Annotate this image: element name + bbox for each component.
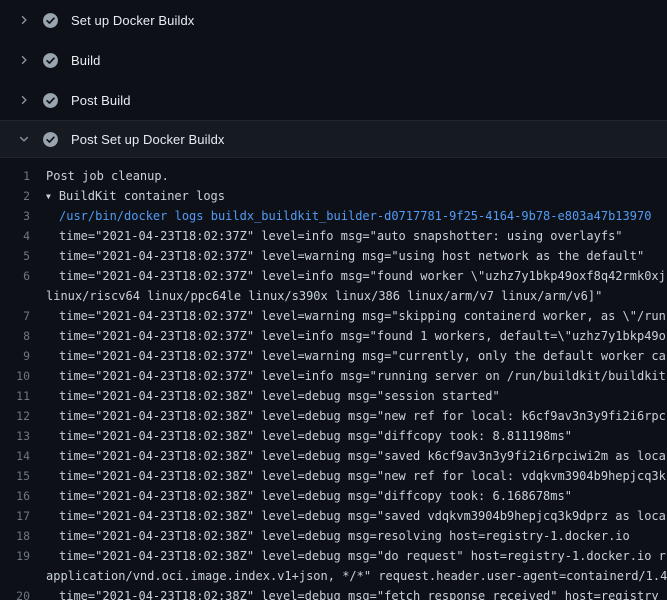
- log-text: time="2021-04-23T18:02:37Z" level=info m…: [46, 366, 667, 386]
- line-number[interactable]: 10: [0, 366, 46, 386]
- section-label: Set up Docker Buildx: [71, 13, 194, 28]
- line-number[interactable]: 19: [0, 546, 46, 566]
- check-circle-icon: [42, 12, 59, 29]
- log-text: time="2021-04-23T18:02:37Z" level=warnin…: [46, 306, 667, 326]
- check-circle-icon: [42, 52, 59, 69]
- log-line: 18 time="2021-04-23T18:02:38Z" level=deb…: [0, 526, 667, 546]
- log-text: /usr/bin/docker logs buildx_buildkit_bui…: [46, 206, 667, 226]
- log-line: 19 time="2021-04-23T18:02:38Z" level=deb…: [0, 546, 667, 566]
- line-number[interactable]: 3: [0, 206, 46, 226]
- log-text: time="2021-04-23T18:02:38Z" level=debug …: [46, 446, 667, 466]
- line-number[interactable]: 17: [0, 506, 46, 526]
- check-circle-icon: [42, 131, 59, 148]
- line-number[interactable]: 15: [0, 466, 46, 486]
- log-line: 10 time="2021-04-23T18:02:37Z" level=inf…: [0, 366, 667, 386]
- line-number[interactable]: 8: [0, 326, 46, 346]
- section-label: Post Set up Docker Buildx: [71, 132, 225, 147]
- log-line: 12 time="2021-04-23T18:02:38Z" level=deb…: [0, 406, 667, 426]
- group-label[interactable]: BuildKit container logs: [59, 189, 225, 203]
- log-line: 6 time="2021-04-23T18:02:37Z" level=info…: [0, 266, 667, 286]
- section-header-set-up-docker-buildx[interactable]: Set up Docker Buildx: [0, 0, 667, 40]
- log-line: 11 time="2021-04-23T18:02:38Z" level=deb…: [0, 386, 667, 406]
- line-number[interactable]: 7: [0, 306, 46, 326]
- log-text: linux/riscv64 linux/ppc64le linux/s390x …: [46, 286, 667, 306]
- section-header-post-build[interactable]: Post Build: [0, 80, 667, 120]
- line-number[interactable]: 11: [0, 386, 46, 406]
- section-label: Post Build: [71, 93, 131, 108]
- log-line: 13 time="2021-04-23T18:02:38Z" level=deb…: [0, 426, 667, 446]
- log-text: time="2021-04-23T18:02:38Z" level=debug …: [46, 406, 667, 426]
- actions-log-viewer: Set up Docker Buildx Build Post Build Po…: [0, 0, 667, 600]
- line-number[interactable]: 20: [0, 586, 46, 600]
- log-text: time="2021-04-23T18:02:38Z" level=debug …: [46, 486, 667, 506]
- chevron-right-icon: [18, 94, 30, 106]
- log-line: 9 time="2021-04-23T18:02:37Z" level=warn…: [0, 346, 667, 366]
- check-circle-icon: [42, 92, 59, 109]
- log-line: 16 time="2021-04-23T18:02:38Z" level=deb…: [0, 486, 667, 506]
- chevron-right-icon: [18, 14, 30, 26]
- line-number[interactable]: 14: [0, 446, 46, 466]
- log-line: 17 time="2021-04-23T18:02:38Z" level=deb…: [0, 506, 667, 526]
- log-line: linux/riscv64 linux/ppc64le linux/s390x …: [0, 286, 667, 306]
- log-line: 14 time="2021-04-23T18:02:38Z" level=deb…: [0, 446, 667, 466]
- log-text: time="2021-04-23T18:02:37Z" level=info m…: [46, 226, 667, 246]
- line-number[interactable]: 1: [0, 166, 46, 186]
- log-line: application/vnd.oci.image.index.v1+json,…: [0, 566, 667, 586]
- section-header-post-set-up-docker-buildx[interactable]: Post Set up Docker Buildx: [0, 120, 667, 158]
- log-line: 2 ▼ BuildKit container logs: [0, 186, 667, 206]
- log-line: 5 time="2021-04-23T18:02:37Z" level=warn…: [0, 246, 667, 266]
- log-text: Post job cleanup.: [46, 166, 667, 186]
- log-line: 1 Post job cleanup.: [0, 166, 667, 186]
- line-number[interactable]: 6: [0, 266, 46, 286]
- log-text: time="2021-04-23T18:02:38Z" level=debug …: [46, 506, 667, 526]
- log-output: 1 Post job cleanup. 2 ▼ BuildKit containe…: [0, 158, 667, 600]
- line-number[interactable]: 12: [0, 406, 46, 426]
- log-text: time="2021-04-23T18:02:37Z" level=info m…: [46, 326, 667, 346]
- line-number[interactable]: [0, 286, 46, 306]
- line-number[interactable]: 16: [0, 486, 46, 506]
- chevron-right-icon: [18, 54, 30, 66]
- log-line: 20 time="2021-04-23T18:02:38Z" level=deb…: [0, 586, 667, 600]
- chevron-down-icon: [18, 133, 30, 145]
- line-number[interactable]: 18: [0, 526, 46, 546]
- log-line: 8 time="2021-04-23T18:02:37Z" level=info…: [0, 326, 667, 346]
- log-text: time="2021-04-23T18:02:37Z" level=info m…: [46, 266, 667, 286]
- log-text: time="2021-04-23T18:02:38Z" level=debug …: [46, 426, 667, 446]
- line-number[interactable]: 4: [0, 226, 46, 246]
- line-number[interactable]: 9: [0, 346, 46, 366]
- line-number[interactable]: 2: [0, 186, 46, 206]
- log-text: time="2021-04-23T18:02:38Z" level=debug …: [46, 586, 667, 600]
- log-text: time="2021-04-23T18:02:37Z" level=warnin…: [46, 246, 667, 266]
- log-text: time="2021-04-23T18:02:38Z" level=debug …: [46, 386, 667, 406]
- line-number[interactable]: 13: [0, 426, 46, 446]
- log-text: time="2021-04-23T18:02:38Z" level=debug …: [46, 546, 667, 566]
- line-number[interactable]: [0, 566, 46, 586]
- log-line: 15 time="2021-04-23T18:02:38Z" level=deb…: [0, 466, 667, 486]
- log-text: time="2021-04-23T18:02:38Z" level=debug …: [46, 526, 667, 546]
- log-text: ▼ BuildKit container logs: [46, 186, 667, 206]
- step-sections: Set up Docker Buildx Build Post Build Po…: [0, 0, 667, 158]
- section-header-build[interactable]: Build: [0, 40, 667, 80]
- log-text: time="2021-04-23T18:02:38Z" level=debug …: [46, 466, 667, 486]
- log-line: 3 /usr/bin/docker logs buildx_buildkit_b…: [0, 206, 667, 226]
- log-line: 4 time="2021-04-23T18:02:37Z" level=info…: [0, 226, 667, 246]
- log-line: 7 time="2021-04-23T18:02:37Z" level=warn…: [0, 306, 667, 326]
- log-text: time="2021-04-23T18:02:37Z" level=warnin…: [46, 346, 667, 366]
- line-number[interactable]: 5: [0, 246, 46, 266]
- log-text: application/vnd.oci.image.index.v1+json,…: [46, 566, 667, 586]
- section-label: Build: [71, 53, 100, 68]
- group-toggle-icon[interactable]: ▼: [46, 187, 51, 206]
